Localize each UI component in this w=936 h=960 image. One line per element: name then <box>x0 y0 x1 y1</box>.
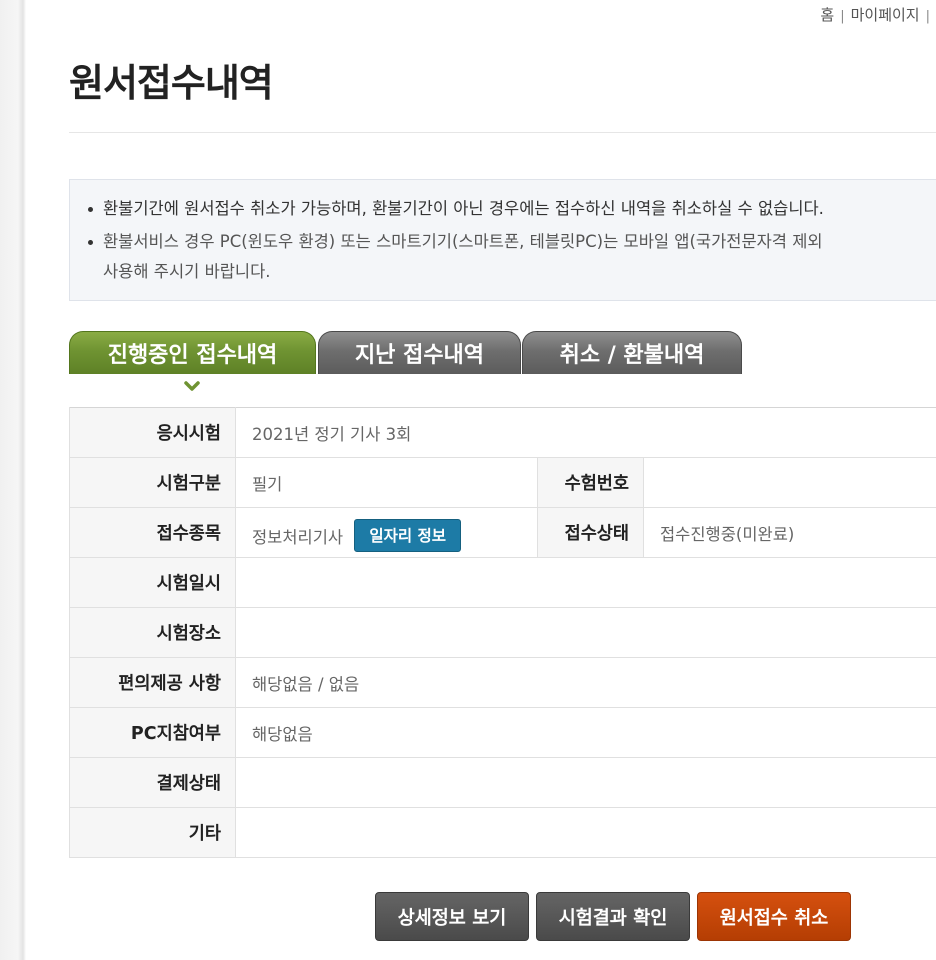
view-details-button[interactable]: 상세정보 보기 <box>375 892 529 941</box>
row-label: 접수종목 <box>69 507 236 558</box>
application-info-table: 응시시험 2021년 정기 기사 3회 시험구분 필기 수험번호 접수종목 정보… <box>69 407 936 858</box>
chevron-down-icon <box>184 381 200 391</box>
tab-current-applications[interactable]: 진행중인 접수내역 <box>69 331 316 374</box>
row-value <box>643 457 936 508</box>
nav-separator: | <box>925 8 930 24</box>
row-label: 기타 <box>69 807 236 858</box>
mypage-link[interactable]: 마이페이지 <box>851 4 920 25</box>
page-title: 원서접수내역 <box>69 61 274 105</box>
action-buttons: 상세정보 보기 시험결과 확인 원서접수 취소 <box>375 892 851 941</box>
row-value <box>235 757 936 808</box>
table-row: 접수종목 정보처리기사 일자리 정보 접수상태 접수진행중(미완료) <box>69 507 936 558</box>
table-row: 시험장소 <box>69 607 936 658</box>
row-label: PC지참여부 <box>69 707 236 758</box>
table-row: 시험구분 필기 수험번호 <box>69 457 936 508</box>
row-label: 응시시험 <box>69 407 236 458</box>
table-row: 응시시험 2021년 정기 기사 3회 <box>69 407 936 458</box>
row-label: 시험일시 <box>69 557 236 608</box>
tab-cancel-refund[interactable]: 취소 / 환불내역 <box>522 331 742 374</box>
status-value: 접수진행중(미완료) <box>643 507 936 558</box>
row-value <box>235 607 936 658</box>
row-value: 해당없음 / 없음 <box>235 657 936 708</box>
job-info-button[interactable]: 일자리 정보 <box>354 519 462 552</box>
utility-nav: 홈 | 마이페이지 | <box>820 4 936 24</box>
row-label: 접수상태 <box>537 507 644 558</box>
table-row: 시험일시 <box>69 557 936 608</box>
row-value <box>235 557 936 608</box>
table-row: PC지참여부 해당없음 <box>69 707 936 758</box>
row-value: 해당없음 <box>235 707 936 758</box>
table-row: 기타 <box>69 807 936 858</box>
category-value: 정보처리기사 <box>252 528 344 547</box>
row-label: 편의제공 사항 <box>69 657 236 708</box>
row-value <box>235 807 936 858</box>
table-row: 결제상태 <box>69 757 936 808</box>
tab-past-applications[interactable]: 지난 접수내역 <box>318 331 521 374</box>
row-label: 수험번호 <box>537 457 644 508</box>
notice-line: 사용해 주시기 바랍니다. <box>103 262 271 281</box>
home-link[interactable]: 홈 <box>820 4 834 25</box>
row-value: 필기 <box>235 457 538 508</box>
notice-line: 환불서비스 경우 PC(윈도우 환경) 또는 스마트기기(스마트폰, 테블릿PC… <box>103 232 823 251</box>
left-page-shadow <box>0 0 26 960</box>
notice-item: 환불기간에 원서접수 취소가 가능하며, 환불기간이 아닌 경우에는 접수하신 … <box>86 192 936 225</box>
nav-separator: | <box>840 8 845 24</box>
cancel-application-button[interactable]: 원서접수 취소 <box>697 892 851 941</box>
title-divider <box>69 132 936 133</box>
row-value: 정보처리기사 일자리 정보 <box>235 507 538 558</box>
check-results-button[interactable]: 시험결과 확인 <box>536 892 690 941</box>
notice-box: 환불기간에 원서접수 취소가 가능하며, 환불기간이 아닌 경우에는 접수하신 … <box>69 179 936 301</box>
row-value: 2021년 정기 기사 3회 <box>235 407 936 458</box>
row-label: 결제상태 <box>69 757 236 808</box>
row-label: 시험장소 <box>69 607 236 658</box>
row-label: 시험구분 <box>69 457 236 508</box>
notice-list: 환불기간에 원서접수 취소가 가능하며, 환불기간이 아닌 경우에는 접수하신 … <box>86 192 936 286</box>
table-row: 편의제공 사항 해당없음 / 없음 <box>69 657 936 708</box>
notice-item: 환불서비스 경우 PC(윈도우 환경) 또는 스마트기기(스마트폰, 테블릿PC… <box>86 225 936 286</box>
